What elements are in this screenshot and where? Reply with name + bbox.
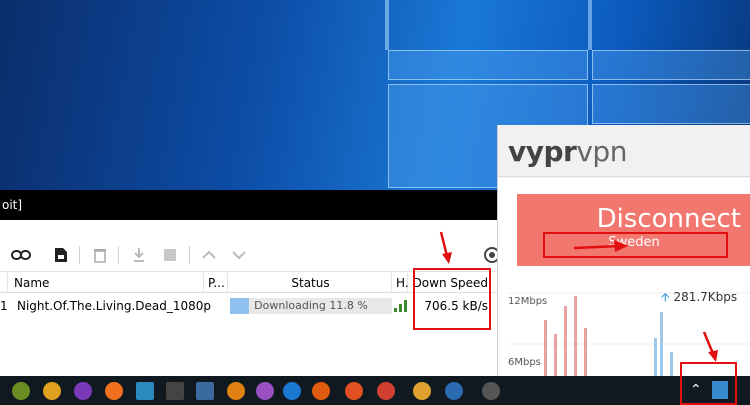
qbittorrent-toolbar [0, 238, 500, 272]
delete-button[interactable] [90, 245, 110, 265]
chrome-icon[interactable] [377, 382, 395, 400]
annotation-arrow-icon [439, 231, 452, 264]
app-icon-9[interactable] [256, 382, 274, 400]
app-icon-7[interactable] [196, 382, 214, 400]
column-header-name[interactable]: Name [14, 273, 204, 293]
link-icon [11, 250, 31, 260]
disconnect-label: Disconnect [596, 204, 741, 234]
edge-icon[interactable] [283, 382, 301, 400]
qbittorrent-titlebar: oit] [0, 190, 500, 220]
upload-speed-value: 281.7Kbps [673, 290, 738, 304]
wallpaper-logo-pane [592, 84, 750, 124]
graph-y-label-mid: 6Mbps [508, 357, 541, 368]
vyprvpn-header: vyprvpn [498, 125, 750, 177]
resume-button[interactable] [129, 245, 149, 265]
wallpaper-beam [385, 0, 389, 50]
annotation-box-tray [680, 362, 737, 405]
signal-bars-icon [394, 298, 408, 318]
toolbar-separator [189, 246, 190, 264]
upload-speed: 🡩 281.7Kbps [661, 288, 737, 309]
wallpaper-logo-pane [592, 50, 750, 80]
app-icon-1[interactable] [12, 382, 30, 400]
app-icon-2[interactable] [43, 382, 61, 400]
wallpaper-beam [588, 0, 592, 50]
toolbar-separator [79, 246, 80, 264]
chevron-up-icon [202, 250, 216, 259]
app-icon-5[interactable] [136, 382, 154, 400]
pause-button[interactable] [160, 245, 180, 265]
annotation-box-speed [413, 268, 491, 330]
brave-icon[interactable] [345, 382, 363, 400]
column-header-priority[interactable]: P... [208, 273, 228, 293]
stop-icon [164, 249, 176, 261]
move-down-button[interactable] [229, 245, 249, 265]
app-icon-4[interactable] [105, 382, 123, 400]
firefox-icon[interactable] [312, 382, 330, 400]
tor-icon[interactable] [74, 382, 92, 400]
chevron-down-icon [232, 251, 246, 260]
app-icon-15[interactable] [445, 382, 463, 400]
column-header-index[interactable] [0, 273, 8, 293]
column-header-status[interactable]: Status [230, 273, 392, 293]
annotation-box-location [543, 232, 728, 258]
annotation-arrow-icon [702, 331, 718, 362]
add-link-button[interactable] [11, 245, 31, 265]
add-torrent-button[interactable] [51, 245, 71, 265]
move-up-button[interactable] [199, 245, 219, 265]
windows-taskbar: ⌃ [0, 376, 750, 405]
graph-y-label-top: 12Mbps [508, 296, 548, 307]
app-icon-8[interactable] [227, 382, 245, 400]
torrent-name: Night.Of.The.Living.Dead_1080p [17, 299, 212, 313]
column-header-health[interactable]: H. [396, 273, 409, 293]
download-icon [134, 248, 144, 262]
app-icon-16[interactable] [482, 382, 500, 400]
progress-status-text: Downloading 11.8 % [254, 299, 368, 312]
upload-arrow-icon: 🡩 [661, 290, 670, 304]
toolbar-separator [118, 246, 119, 264]
vyprvpn-logo-bold: vypr [508, 135, 577, 168]
annotation-arrow-icon [573, 240, 628, 252]
wallpaper-logo-pane [388, 50, 588, 80]
app-icon-14[interactable] [413, 382, 431, 400]
file-icon [55, 248, 67, 262]
progress-bar: Downloading 11.8 % [230, 298, 392, 314]
trash-icon [94, 249, 106, 263]
app-icon-6[interactable] [166, 382, 184, 400]
vyprvpn-logo-light: vpn [576, 135, 627, 168]
row-index: 1 [0, 299, 8, 313]
